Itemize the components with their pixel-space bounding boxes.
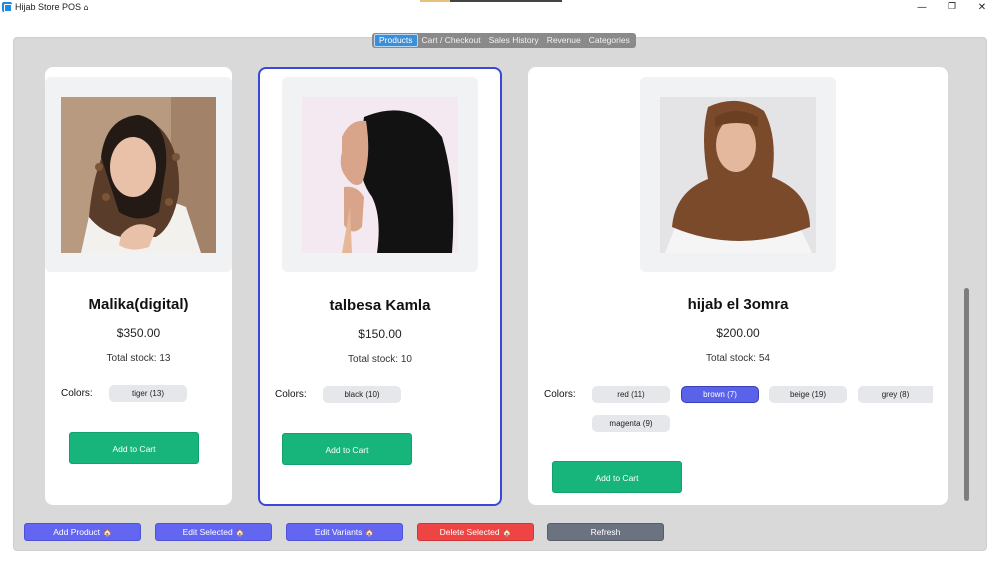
color-chip-magenta[interactable]: magenta (9) (592, 415, 670, 432)
edit-variants-label: Edit Variants (314, 527, 363, 537)
product-name: hijab el 3omra (687, 296, 789, 313)
house-icon: 🏠 (365, 529, 375, 537)
delete-selected-button[interactable]: Delete Selected 🏠 (417, 523, 534, 541)
colors-label: Colors: (544, 389, 576, 400)
color-chip-red[interactable]: red (11) (592, 386, 670, 403)
title-strip-accent (420, 0, 450, 2)
house-icon: 🏠 (103, 529, 112, 537)
product-photo-hijab-el-3omra (660, 97, 816, 253)
product-image (302, 97, 458, 253)
product-image (61, 97, 216, 253)
house-icon: 🏠 (235, 529, 245, 537)
add-to-cart-button[interactable]: Add to Cart (552, 461, 682, 493)
edit-selected-button[interactable]: Edit Selected 🏠 (155, 523, 272, 541)
product-image (660, 97, 816, 253)
tab-sales-history[interactable]: Sales History (485, 34, 543, 47)
close-button[interactable]: ✕ (967, 0, 997, 15)
product-stock: Total stock: 13 (106, 353, 171, 364)
color-chip-beige[interactable]: beige (19) (769, 386, 847, 403)
house-icon: 🏠 (502, 529, 512, 537)
tab-categories[interactable]: Categories (585, 34, 634, 47)
house-icon: ⌂ (83, 3, 89, 12)
product-photo-malika (61, 97, 216, 253)
product-stock: Total stock: 54 (706, 353, 770, 364)
add-product-button[interactable]: Add Product 🏠 (24, 523, 141, 541)
colors-label: Colors: (61, 388, 93, 399)
color-chip-brown[interactable]: brown (7) (681, 386, 759, 403)
add-to-cart-button[interactable]: Add to Cart (282, 433, 412, 465)
delete-selected-label: Delete Selected (439, 527, 500, 537)
title-bar: Hijab Store POS ⌂ — ❐ ✕ (0, 0, 1000, 15)
app-icon (2, 2, 12, 12)
tab-products[interactable]: Products (374, 34, 418, 47)
title-strip-dark (450, 0, 562, 2)
minimize-button[interactable]: — (907, 0, 937, 15)
product-card-hijab-el-3omra[interactable]: hijab el 3omra $200.00 Total stock: 54 C… (528, 67, 948, 505)
window-title-text: Hijab Store POS (15, 2, 82, 12)
color-chip-tiger[interactable]: tiger (13) (109, 385, 187, 402)
product-name: Malika(digital) (88, 296, 189, 313)
add-product-label: Add Product (53, 527, 101, 537)
tab-cart-checkout[interactable]: Cart / Checkout (418, 34, 485, 47)
edit-variants-button[interactable]: Edit Variants 🏠 (286, 523, 403, 541)
color-chip-grey[interactable]: grey (8) (858, 386, 933, 403)
add-to-cart-button[interactable]: Add to Cart (69, 432, 199, 464)
product-card-malika[interactable]: Malika(digital) $350.00 Total stock: 13 … (45, 67, 232, 505)
product-image-frame (640, 77, 836, 272)
colors-label: Colors: (275, 389, 307, 400)
scrollbar-thumb[interactable] (964, 288, 969, 501)
refresh-button[interactable]: Refresh (547, 523, 664, 541)
maximize-button[interactable]: ❐ (937, 0, 967, 15)
color-chip-black[interactable]: black (10) (323, 386, 401, 403)
product-image-frame (282, 77, 478, 272)
edit-selected-label: Edit Selected (182, 527, 233, 537)
product-card-talbesa-kamla[interactable]: talbesa Kamla $150.00 Total stock: 10 Co… (258, 67, 502, 506)
product-name: talbesa Kamla (329, 297, 431, 314)
product-price: $350.00 (116, 326, 161, 340)
window-title: Hijab Store POS ⌂ (15, 1, 89, 14)
refresh-label: Refresh (590, 527, 621, 537)
tab-bar: Products Cart / Checkout Sales History R… (372, 33, 636, 48)
product-price: $150.00 (358, 327, 402, 341)
tab-revenue[interactable]: Revenue (543, 34, 585, 47)
product-photo-talbesa (302, 97, 458, 253)
product-image-frame (45, 77, 232, 272)
product-stock: Total stock: 10 (348, 354, 412, 365)
product-price: $200.00 (716, 326, 760, 340)
